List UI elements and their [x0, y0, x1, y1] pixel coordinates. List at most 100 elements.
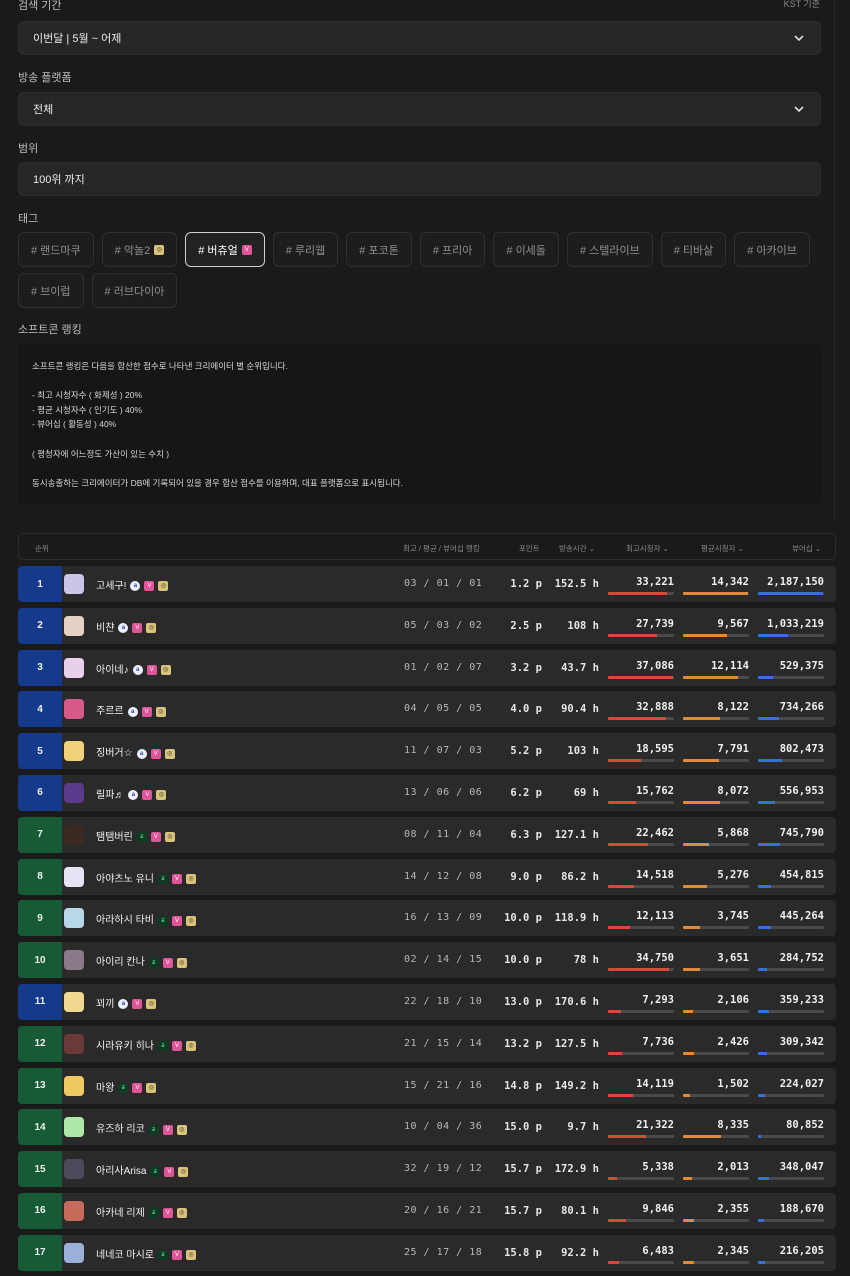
rank-number: 13	[18, 1067, 62, 1104]
table-row[interactable]: 15 아리사Arisa ƶ V ◎ 32 / 19 / 12 15.7 p 172.9 h 5,…	[18, 1151, 836, 1188]
creator-name-cell[interactable]: 탬탬버린 ƶ V ◎	[96, 828, 175, 843]
creator-name-cell[interactable]: 시라유키 히나 ƶ V ◎	[96, 1037, 196, 1052]
points: 5.2 p	[510, 745, 542, 758]
creator-name-cell[interactable]: 유즈하 리코 ƶ V ◎	[96, 1120, 187, 1135]
broadcast-hours: 149.2 h	[554, 1079, 599, 1092]
table-row[interactable]: 12 시라유키 히나 ƶ V ◎ 21 / 15 / 14 13.2 p 127.5 h 7,7…	[18, 1025, 836, 1062]
header-peak[interactable]: 최고시청자 ⌄	[626, 543, 669, 554]
sub-ranks: 25 / 17 / 18	[404, 1246, 483, 1258]
tag-virtual[interactable]: # 버츄얼 V	[185, 232, 265, 267]
tag-stellive[interactable]: # 스텔라이브	[566, 232, 653, 267]
peak-viewers: 5,338	[642, 1161, 674, 1174]
creator-name-cell[interactable]: 마왕 ƶ V ◎	[96, 1079, 157, 1094]
creator-name-cell[interactable]: 비챤 a V ◎	[96, 619, 157, 634]
points: 13.2 p	[504, 1037, 542, 1050]
header-viewership[interactable]: 뷰어십 ⌄	[792, 543, 821, 554]
table-row[interactable]: 10 아이리 칸나 ƶ V ◎ 02 / 14 / 15 10.0 p 78 h 34,750 3…	[18, 942, 836, 979]
table-row[interactable]: 3 아이네♪ a V ◎ 01 / 02 / 07 3.2 p 43.7 h 37,086 12,…	[18, 649, 836, 686]
tag-aknol2[interactable]: # 악놀2 ◎	[101, 232, 178, 267]
creator-name-cell[interactable]: 고세구! a V ◎	[96, 577, 169, 592]
avatar[interactable]	[64, 1033, 84, 1054]
table-row[interactable]: 11 꾀끼 a V ◎ 22 / 18 / 10 13.0 p 170.6 h 7,293 2,1…	[18, 983, 836, 1020]
avg-bar	[683, 1093, 749, 1097]
range-input[interactable]: 100위 까지	[18, 162, 821, 196]
creator-name-cell[interactable]: 꾀끼 a V ◎	[96, 995, 157, 1010]
avatar[interactable]	[64, 699, 84, 720]
creator-name-cell[interactable]: 아리사Arisa ƶ V ◎	[96, 1162, 189, 1177]
avatar[interactable]	[64, 574, 84, 594]
tag-tibasal[interactable]: # 티바살	[660, 232, 727, 267]
avatar[interactable]	[64, 991, 84, 1012]
creator-name-cell[interactable]: 징버거☆ a V ◎	[96, 744, 175, 759]
peak-viewers: 12,113	[636, 910, 674, 923]
period-select[interactable]: 이번달 | 5월 ~ 어제	[18, 21, 821, 55]
viewership-bar	[758, 717, 824, 721]
creator-name-cell[interactable]: 주르르 a V ◎	[96, 702, 166, 717]
table-row[interactable]: 16 아카네 리제 ƶ V ◎ 20 / 16 / 21 15.7 p 80.1 h 9,846…	[18, 1192, 836, 1229]
header-hours[interactable]: 방송시간 ⌄	[559, 543, 595, 554]
header-avg[interactable]: 평균시청자 ⌄	[701, 543, 744, 554]
sub-ranks: 05 / 03 / 02	[404, 619, 483, 631]
table-row[interactable]: 7 탬탬버린 ƶ V ◎ 08 / 11 / 04 6.3 p 127.1 h 22,462 5,…	[18, 816, 836, 853]
avatar[interactable]	[64, 657, 84, 678]
avatar[interactable]	[64, 824, 84, 845]
table-row[interactable]: 4 주르르 a V ◎ 04 / 05 / 05 4.0 p 90.4 h 32,888 8,12…	[18, 691, 836, 728]
points: 6.2 p	[510, 786, 542, 799]
virtual-icon: V	[162, 957, 173, 968]
avatar[interactable]	[64, 1200, 84, 1221]
avatar[interactable]	[64, 950, 84, 971]
afreeca-icon: a	[118, 623, 129, 634]
table-row[interactable]: 8 아야츠노 유니 ƶ V ◎ 14 / 12 / 08 9.0 p 86.2 h 14,518…	[18, 858, 836, 895]
creator-name-cell[interactable]: 아라하시 타비 ƶ V ◎	[96, 911, 196, 926]
table-row[interactable]: 1 고세구! a V ◎ 03 / 01 / 01 1.2 p 152.5 h 33,221 14…	[18, 566, 836, 602]
avg-bar	[683, 1177, 749, 1181]
points: 14.8 p	[504, 1079, 542, 1092]
avatar[interactable]	[64, 741, 84, 762]
tag-vrup[interactable]: # 브이럽	[18, 273, 84, 308]
platform-select[interactable]: 전체	[18, 92, 821, 126]
avatar[interactable]	[64, 908, 84, 929]
table-row[interactable]: 17 네네코 마시로 ƶ V ◎ 25 / 17 / 18 15.8 p 92.2 h 6,48…	[18, 1234, 836, 1271]
tag-pokoton[interactable]: # 포코톤	[346, 232, 412, 267]
avatar[interactable]	[64, 1159, 84, 1180]
broadcast-hours: 86.2 h	[561, 870, 599, 883]
points: 10.0 p	[504, 954, 542, 967]
peak-viewers: 6,483	[642, 1244, 674, 1257]
virtual-icon: V	[150, 832, 161, 843]
sub-ranks: 11 / 07 / 03	[404, 745, 483, 757]
peak-viewers: 15,762	[636, 784, 674, 797]
header-points[interactable]: 포인트	[519, 543, 540, 554]
avatar[interactable]	[64, 1117, 84, 1138]
viewership-bar	[758, 675, 824, 679]
table-row[interactable]: 6 릴파♬ a V ◎ 13 / 06 / 06 6.2 p 69 h 15,762 8,072 5…	[18, 774, 836, 811]
tag-pria[interactable]: # 프리아	[419, 232, 486, 267]
tag-isedol[interactable]: # 이세돌	[493, 232, 559, 267]
tag-lovedia[interactable]: # 러브다이아	[91, 273, 178, 308]
ranking-page: 검색 기간 KST 기준 이번달 | 5월 ~ 어제 방송 플랫폼 전체 범위 …	[0, 0, 850, 1276]
avatar[interactable]	[64, 615, 84, 636]
creator-name-cell[interactable]: 아이네♪ a V ◎	[96, 661, 171, 676]
tag-ruliweb[interactable]: # 루리웹	[272, 232, 339, 267]
table-row[interactable]: 2 비챤 a V ◎ 05 / 03 / 02 2.5 p 108 h 27,739 9,567 1…	[18, 607, 836, 644]
avatar[interactable]	[64, 782, 84, 803]
creator-name-cell[interactable]: 아야츠노 유니 ƶ V ◎	[96, 870, 196, 885]
table-row[interactable]: 9 아라하시 타비 ƶ V ◎ 16 / 13 / 09 10.0 p 118.9 h 12,1…	[18, 900, 836, 937]
table-row[interactable]: 5 징버거☆ a V ◎ 11 / 07 / 03 5.2 p 103 h 18,595 7,79…	[18, 733, 836, 770]
creator-name-cell[interactable]: 아이리 칸나 ƶ V ◎	[96, 953, 187, 968]
creator-name-cell[interactable]: 네네코 마시로 ƶ V ◎	[96, 1246, 196, 1261]
chzzk-icon: ƶ	[118, 1082, 129, 1093]
table-row[interactable]: 13 마왕 ƶ V ◎ 15 / 21 / 16 14.8 p 149.2 h 14,119 1,…	[18, 1067, 836, 1104]
table-row[interactable]: 14 유즈하 리코 ƶ V ◎ 10 / 04 / 36 15.0 p 9.7 h 21,322…	[18, 1109, 836, 1146]
avatar[interactable]	[64, 1075, 84, 1096]
tag-archive[interactable]: # 아카이브	[734, 232, 810, 267]
range-value: 100위 까지	[33, 174, 85, 186]
tag-landmaku[interactable]: # 랜드마쿠	[18, 232, 94, 267]
avatar[interactable]	[64, 1242, 84, 1263]
sub-ranks: 20 / 16 / 21	[404, 1204, 483, 1216]
creator-name-cell[interactable]: 아카네 리제 ƶ V ◎	[96, 1204, 187, 1219]
creator-name-cell[interactable]: 릴파♬ a V ◎	[96, 786, 167, 801]
points: 6.3 p	[510, 828, 542, 841]
avatar[interactable]	[64, 866, 84, 887]
creator-name: 탬탬버린	[96, 831, 133, 843]
aknol-icon: ◎	[185, 915, 196, 926]
